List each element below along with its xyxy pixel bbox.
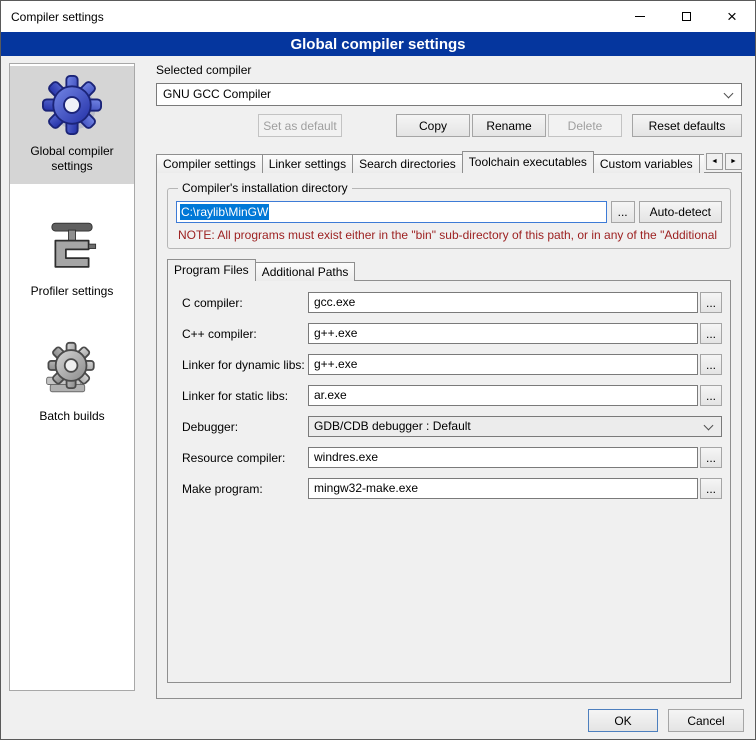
form-row: Linker for dynamic libs: g++.exe ... (182, 354, 722, 375)
cpp-compiler-input[interactable]: g++.exe (308, 323, 698, 344)
program-files-tabbar: Program Files Additional Paths (167, 259, 731, 281)
compiler-select[interactable]: GNU GCC Compiler (156, 83, 742, 106)
resource-compiler-input[interactable]: windres.exe (308, 447, 698, 468)
debugger-select[interactable]: GDB/CDB debugger : Default (308, 416, 722, 437)
chevron-down-icon (704, 421, 714, 431)
tab-toolchain-executables[interactable]: Toolchain executables (462, 151, 594, 173)
delete-button[interactable]: Delete (548, 114, 622, 137)
field-value: mingw32-make.exe (314, 481, 418, 495)
field-label: Linker for static libs: (182, 389, 308, 403)
form-row: C++ compiler: g++.exe ... (182, 323, 722, 344)
compiler-settings-window: Compiler settings × Global compiler sett… (0, 0, 756, 740)
sidebar-item-batch-builds[interactable]: Batch builds (10, 331, 134, 434)
install-dir-row: C:\raylib\MinGW ... Auto-detect (176, 201, 722, 223)
sidebar-item-label: Profiler settings (14, 284, 130, 299)
install-dir-selected-text: C:\raylib\MinGW (180, 204, 269, 220)
dynamic-linker-input[interactable]: g++.exe (308, 354, 698, 375)
batch-builds-gear-icon (14, 339, 130, 401)
set-as-default-button[interactable]: Set as default (258, 114, 342, 137)
cpp-compiler-browse-button[interactable]: ... (700, 323, 722, 344)
subtab-program-files[interactable]: Program Files (167, 259, 256, 281)
c-compiler-input[interactable]: gcc.exe (308, 292, 698, 313)
form-row: Linker for static libs: ar.exe ... (182, 385, 722, 406)
window-controls: × (617, 1, 755, 32)
compiler-actions: Set as default Copy Rename Delete Reset … (156, 114, 742, 137)
sidebar-item-label: Batch builds (14, 409, 130, 424)
maximize-icon (682, 12, 691, 21)
subtab-additional-paths[interactable]: Additional Paths (255, 262, 356, 281)
titlebar[interactable]: Compiler settings × (1, 1, 755, 32)
sidebar-item-label: Global compiler settings (14, 144, 130, 174)
close-icon: × (727, 8, 737, 25)
rename-button[interactable]: Rename (472, 114, 546, 137)
program-files-panel: C compiler: gcc.exe ... C++ compiler: g+… (167, 280, 731, 683)
tab-compiler-settings[interactable]: Compiler settings (156, 154, 263, 173)
make-program-browse-button[interactable]: ... (700, 478, 722, 499)
field-label: Make program: (182, 482, 308, 496)
install-dir-input[interactable]: C:\raylib\MinGW (176, 201, 607, 223)
field-value: GDB/CDB debugger : Default (314, 419, 471, 433)
autodetect-button[interactable]: Auto-detect (639, 201, 722, 223)
note-text: NOTE: All programs must exist either in … (178, 228, 720, 242)
sidebar-item-profiler-settings[interactable]: Profiler settings (10, 206, 134, 309)
field-label: Resource compiler: (182, 451, 308, 465)
install-dir-browse-button[interactable]: ... (611, 201, 635, 223)
settings-tabbar: Compiler settings Linker settings Search… (156, 151, 742, 173)
field-label: C++ compiler: (182, 327, 308, 341)
selected-compiler-label: Selected compiler (156, 63, 742, 79)
compiler-select-value: GNU GCC Compiler (163, 87, 271, 101)
dynamic-linker-browse-button[interactable]: ... (700, 354, 722, 375)
static-linker-browse-button[interactable]: ... (700, 385, 722, 406)
tab-scroll-right-button[interactable]: ► (725, 153, 742, 170)
dialog-footer: OK Cancel (588, 709, 744, 732)
tab-search-directories[interactable]: Search directories (352, 154, 463, 173)
profiler-clamp-icon (14, 214, 130, 276)
reset-defaults-button[interactable]: Reset defaults (632, 114, 742, 137)
tab-build-options[interactable]: Builc (699, 154, 704, 173)
tab-scroll-left-button[interactable]: ◄ (706, 153, 723, 170)
copy-button[interactable]: Copy (396, 114, 470, 137)
resource-compiler-browse-button[interactable]: ... (700, 447, 722, 468)
tabs-viewport: Compiler settings Linker settings Search… (156, 151, 704, 173)
field-value: ar.exe (314, 388, 347, 402)
minimize-icon (635, 16, 645, 17)
dialog-header: Global compiler settings (1, 32, 755, 56)
form-row: Resource compiler: windres.exe ... (182, 447, 722, 468)
c-compiler-browse-button[interactable]: ... (700, 292, 722, 313)
tab-scroll-arrows: ◄ ► (706, 153, 742, 170)
install-dir-group: Compiler's installation directory C:\ray… (167, 181, 731, 249)
close-button[interactable]: × (709, 1, 755, 32)
toolchain-executables-panel: Compiler's installation directory C:\ray… (156, 172, 742, 699)
field-value: windres.exe (314, 450, 378, 464)
static-linker-input[interactable]: ar.exe (308, 385, 698, 406)
form-row: Make program: mingw32-make.exe ... (182, 478, 722, 499)
tab-linker-settings[interactable]: Linker settings (262, 154, 353, 173)
form-row: C compiler: gcc.exe ... (182, 292, 722, 313)
field-label: C compiler: (182, 296, 308, 310)
main-content: Selected compiler GNU GCC Compiler Set a… (156, 63, 742, 699)
field-label: Debugger: (182, 420, 308, 434)
chevron-down-icon (724, 89, 734, 99)
window-title: Compiler settings (1, 10, 104, 24)
global-settings-gear-icon (14, 74, 130, 136)
field-value: gcc.exe (314, 295, 355, 309)
field-value: g++.exe (314, 326, 357, 340)
field-label: Linker for dynamic libs: (182, 358, 308, 372)
make-program-input[interactable]: mingw32-make.exe (308, 478, 698, 499)
maximize-button[interactable] (663, 1, 709, 32)
field-value: g++.exe (314, 357, 357, 371)
ok-button[interactable]: OK (588, 709, 658, 732)
tab-custom-variables[interactable]: Custom variables (593, 154, 700, 173)
form-row: Debugger: GDB/CDB debugger : Default (182, 416, 722, 437)
minimize-button[interactable] (617, 1, 663, 32)
cancel-button[interactable]: Cancel (668, 709, 744, 732)
install-dir-group-title: Compiler's installation directory (178, 181, 352, 195)
settings-category-sidebar: Global compiler settings Profiler settin… (9, 63, 135, 691)
sidebar-item-global-compiler-settings[interactable]: Global compiler settings (10, 66, 134, 184)
